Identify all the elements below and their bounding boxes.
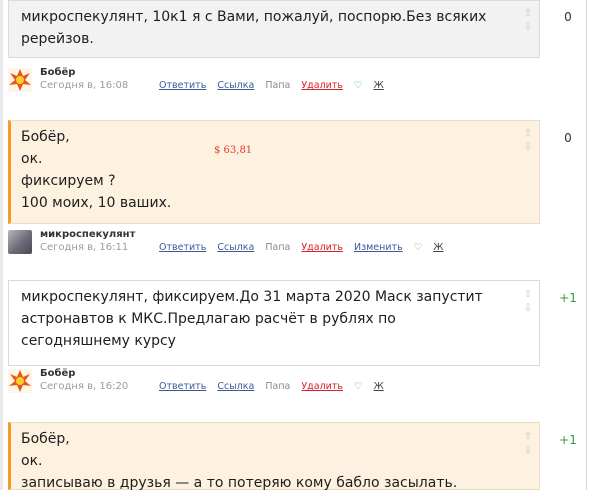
comment-text-line: Бобёр, [21, 129, 70, 145]
edit-link[interactable]: Изменить [354, 242, 403, 253]
vote-down-icon[interactable]: ⇩ [522, 141, 534, 154]
comment-text-line: Бобёр, [21, 431, 70, 447]
comment-score: 0 [564, 131, 572, 145]
reply-link[interactable]: Ответить [159, 242, 206, 253]
comment-text-line: ок. [21, 151, 43, 167]
comment-date: Сегодня в, 16:20 [40, 381, 129, 392]
money-badge: $ 63,81 [214, 145, 253, 156]
comment-body: Бобёр, ок. записываю в друзья — а то пот… [8, 422, 540, 491]
permalink-link[interactable]: Ссылка [217, 381, 254, 392]
heart-icon[interactable]: ♡ [414, 242, 423, 253]
delete-link[interactable]: Удалить [301, 80, 343, 91]
comment-body: микроспекулянт, фиксируем.До 31 марта 20… [8, 280, 540, 366]
comment-score: +1 [559, 291, 577, 305]
comment-score: +1 [559, 433, 577, 447]
comment-date: Сегодня в, 16:11 [40, 242, 129, 253]
reply-link[interactable]: Ответить [159, 381, 206, 392]
left-rail [0, 0, 3, 490]
comment-author[interactable]: микроспекулянт [40, 229, 135, 240]
comment-text-line: ререйзов. [21, 31, 94, 47]
j-link[interactable]: Ж [374, 80, 384, 91]
comment-author[interactable]: Бобёр [40, 368, 75, 379]
vote-down-icon[interactable]: ⇩ [522, 21, 534, 34]
permalink-link[interactable]: Ссылка [217, 242, 254, 253]
comment-author[interactable]: Бобёр [40, 67, 75, 78]
vote-down-icon[interactable]: ⇩ [522, 302, 534, 315]
delete-link[interactable]: Удалить [301, 381, 343, 392]
heart-icon[interactable]: ♡ [354, 381, 363, 392]
comment-body: Бобёр, ок. фиксируем ? 100 моих, 10 ваши… [8, 120, 540, 224]
comment-body: микроспекулянт, 10к1 я с Вами, пожалуй, … [8, 0, 540, 58]
permalink-link[interactable]: Ссылка [217, 80, 254, 91]
comment-text-line: 100 моих, 10 ваших. [21, 195, 172, 211]
comment-text-line: записываю в друзья — а то потеряю кому б… [21, 475, 458, 491]
vote-up-icon[interactable]: ⇧ [522, 430, 534, 443]
vote-up-icon[interactable]: ⇧ [522, 288, 534, 301]
reply-link[interactable]: Ответить [159, 80, 206, 91]
vote-up-icon[interactable]: ⇧ [522, 127, 534, 140]
delete-link[interactable]: Удалить [301, 242, 343, 253]
avatar[interactable] [8, 68, 32, 92]
j-link[interactable]: Ж [374, 381, 384, 392]
parent-link[interactable]: Папа [265, 381, 290, 392]
avatar[interactable] [8, 230, 32, 254]
right-divider [586, 0, 587, 490]
heart-icon[interactable]: ♡ [354, 80, 363, 91]
comment-text-line: микроспекулянт, 10к1 я с Вами, пожалуй, … [21, 9, 487, 25]
comment-text-line: ок. [21, 453, 43, 469]
comment-text-line: астронавтов к МКС.Предлагаю расчёт в руб… [21, 311, 396, 327]
j-link[interactable]: Ж [433, 242, 443, 253]
parent-link[interactable]: Папа [265, 242, 290, 253]
comment-text-line: микроспекулянт, фиксируем.До 31 марта 20… [21, 289, 483, 305]
comment-text-line: фиксируем ? [21, 173, 116, 189]
comment-score: 0 [564, 10, 572, 24]
avatar[interactable] [8, 369, 32, 393]
parent-link[interactable]: Папа [265, 80, 290, 91]
vote-down-icon[interactable]: ⇩ [522, 444, 534, 457]
vote-up-icon[interactable]: ⇧ [522, 7, 534, 20]
comment-date: Сегодня в, 16:08 [40, 80, 129, 91]
comment-text-line: сегодняшнему курсу [21, 333, 176, 349]
